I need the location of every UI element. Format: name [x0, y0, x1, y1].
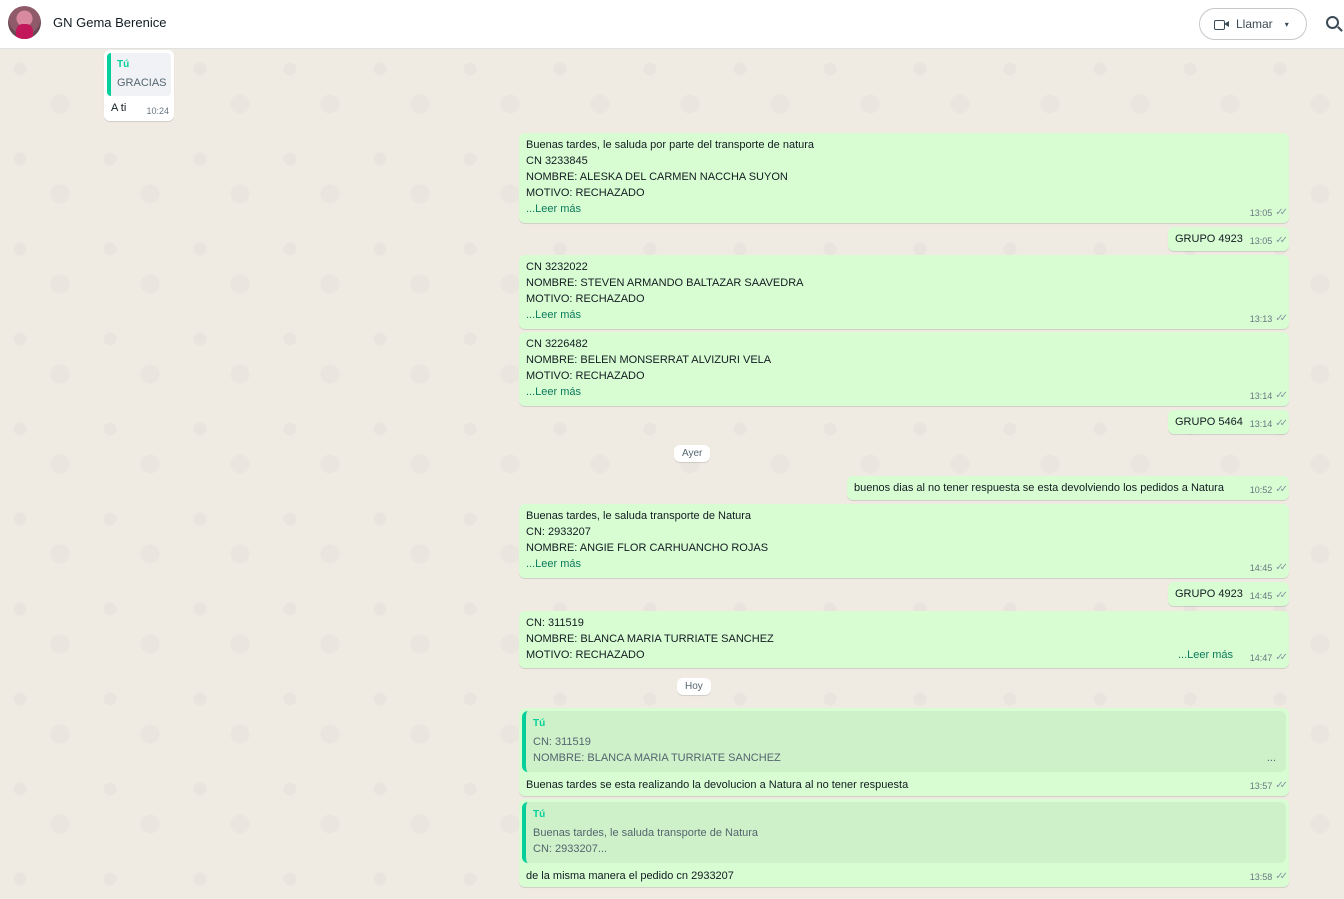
double-check-icon: ✓✓ — [1275, 418, 1288, 429]
read-more-link[interactable]: ...Leer más — [526, 384, 1282, 400]
message-line: NOMBRE: BLANCA MARIA TURRIATE SANCHEZ — [526, 633, 774, 645]
message-time: 10:52 — [1249, 485, 1273, 495]
double-check-icon: ✓✓ — [1275, 484, 1288, 495]
message-line: NOMBRE: STEVEN ARMANDO BALTAZAR SAAVEDRA — [526, 277, 804, 289]
message-outgoing[interactable]: Tú CN: 311519 NOMBRE: BLANCA MARIA TURRI… — [519, 708, 1289, 796]
message-outgoing[interactable]: Tú Buenas tardes, le saluda transporte d… — [519, 799, 1289, 887]
message-incoming[interactable]: Tú GRACIAS A ti 10:24 — [104, 50, 174, 121]
message-outgoing[interactable]: Buenas tardes, le saluda transporte de N… — [519, 504, 1289, 578]
message-meta: 13:13 ✓✓ — [1249, 311, 1288, 327]
double-check-icon: ✓✓ — [1275, 235, 1288, 246]
message-time: 13:58 — [1249, 872, 1273, 882]
message-line: MOTIVO: RECHAZADO — [526, 370, 645, 382]
message-outgoing[interactable]: GRUPO 4923 13:05 ✓✓ — [1168, 227, 1289, 251]
message-line: MOTIVO: RECHAZADO — [526, 649, 645, 661]
message-meta: 13:14 ✓✓ — [1249, 416, 1288, 432]
message-meta: 14:45 ✓✓ — [1249, 560, 1288, 576]
quote-line: CN: 311519 — [533, 736, 591, 748]
call-button[interactable]: Llamar ▾ — [1199, 8, 1307, 40]
double-check-icon: ✓✓ — [1275, 207, 1288, 218]
message-meta: 13:05 ✓✓ — [1249, 233, 1288, 249]
message-line: CN 3226482 — [526, 338, 588, 350]
message-meta: 14:45 ✓✓ — [1249, 588, 1288, 604]
quote-ellipsis: ... — [1266, 752, 1276, 764]
message-time: 13:05 — [1249, 236, 1273, 246]
message-line: MOTIVO: RECHAZADO — [526, 187, 645, 199]
double-check-icon: ✓✓ — [1275, 562, 1288, 573]
quote-text: GRACIAS — [117, 77, 167, 89]
message-time: 13:13 — [1249, 314, 1273, 324]
quote-author: Tú — [533, 809, 546, 820]
date-separator: Hoy — [677, 678, 711, 695]
quote-line: Buenas tardes, le saluda transporte de N… — [533, 827, 759, 839]
read-more-link[interactable]: ...Leer más — [526, 556, 1282, 572]
message-text: buenos dias al no tener respuesta se est… — [854, 482, 1224, 494]
message-time: 14:45 — [1249, 591, 1273, 601]
message-line: MOTIVO: RECHAZADO — [526, 293, 645, 305]
avatar[interactable] — [8, 6, 41, 39]
read-more-link[interactable]: ...Leer más — [526, 201, 1282, 217]
message-meta: 14:47 ✓✓ — [1249, 650, 1288, 666]
date-separator: Ayer — [674, 445, 711, 462]
message-time: 14:47 — [1249, 653, 1273, 663]
quoted-message[interactable]: Tú CN: 311519 NOMBRE: BLANCA MARIA TURRI… — [522, 711, 1286, 772]
message-time: 10:24 — [146, 106, 169, 116]
search-icon[interactable] — [1326, 16, 1339, 29]
video-camera-icon — [1214, 18, 1229, 30]
message-time: 13:14 — [1249, 391, 1273, 401]
message-time: 14:45 — [1249, 563, 1273, 573]
message-text: Buenas tardes se esta realizando la devo… — [526, 779, 909, 791]
message-line: CN: 311519 — [526, 617, 584, 629]
call-label: Llamar — [1236, 17, 1273, 31]
message-outgoing[interactable]: buenos dias al no tener respuesta se est… — [847, 476, 1289, 500]
double-check-icon: ✓✓ — [1275, 313, 1288, 324]
message-time: 13:05 — [1249, 208, 1273, 218]
message-line: NOMBRE: ANGIE FLOR CARHUANCHO ROJAS — [526, 542, 769, 554]
read-more-link[interactable]: ...Leer más — [526, 307, 1282, 323]
message-outgoing[interactable]: GRUPO 4923 14:45 ✓✓ — [1168, 582, 1289, 606]
quoted-message[interactable]: Tú GRACIAS — [107, 53, 171, 96]
contact-name[interactable]: GN Gema Berenice — [53, 15, 166, 30]
message-meta: 10:52 ✓✓ — [1249, 482, 1288, 498]
message-time: 13:57 — [1249, 781, 1273, 791]
message-line: NOMBRE: ALESKA DEL CARMEN NACCHA SUYON — [526, 171, 788, 183]
message-time: 13:14 — [1249, 419, 1273, 429]
read-more-link[interactable]: ...Leer más — [1178, 647, 1233, 663]
quote-line: NOMBRE: BLANCA MARIA TURRIATE SANCHEZ — [533, 752, 781, 764]
quote-line: CN: 2933207... — [533, 843, 607, 855]
message-text: de la misma manera el pedido cn 2933207 — [526, 870, 734, 882]
message-outgoing[interactable]: Buenas tardes, le saluda por parte del t… — [519, 133, 1289, 223]
double-check-icon: ✓✓ — [1275, 780, 1288, 791]
message-outgoing[interactable]: CN 3232022 NOMBRE: STEVEN ARMANDO BALTAZ… — [519, 255, 1289, 329]
message-line: CN 3232022 — [526, 261, 588, 273]
double-check-icon: ✓✓ — [1275, 390, 1288, 401]
message-line: Buenas tardes, le saluda por parte del t… — [526, 139, 815, 151]
message-outgoing[interactable]: CN 3226482 NOMBRE: BELEN MONSERRAT ALVIZ… — [519, 332, 1289, 406]
message-line: CN 3233845 — [526, 155, 588, 167]
quote-author: Tú — [533, 718, 546, 729]
chevron-down-icon: ▾ — [1284, 19, 1289, 29]
double-check-icon: ✓✓ — [1275, 590, 1288, 601]
message-outgoing[interactable]: GRUPO 5464 13:14 ✓✓ — [1168, 410, 1289, 434]
chat-header: GN Gema Berenice Llamar ▾ — [0, 0, 1344, 49]
chat-pane[interactable]: Tú GRACIAS A ti 10:24 Buenas tardes, le … — [0, 49, 1344, 899]
double-check-icon: ✓✓ — [1275, 871, 1288, 882]
message-meta: 13:58 ✓✓ — [1249, 869, 1288, 885]
message-line: NOMBRE: BELEN MONSERRAT ALVIZURI VELA — [526, 354, 772, 366]
message-line: CN: 2933207 — [526, 526, 591, 538]
double-check-icon: ✓✓ — [1275, 652, 1288, 663]
quoted-message[interactable]: Tú Buenas tardes, le saluda transporte d… — [522, 802, 1286, 863]
message-outgoing[interactable]: CN: 311519 NOMBRE: BLANCA MARIA TURRIATE… — [519, 611, 1289, 668]
message-meta: 13:57 ✓✓ — [1249, 778, 1288, 794]
quote-author: Tú — [117, 59, 130, 70]
message-meta: 13:05 ✓✓ — [1249, 205, 1288, 221]
message-line: Buenas tardes, le saluda transporte de N… — [526, 510, 752, 522]
message-meta: 13:14 ✓✓ — [1249, 388, 1288, 404]
message-meta: 10:24 — [146, 103, 169, 119]
